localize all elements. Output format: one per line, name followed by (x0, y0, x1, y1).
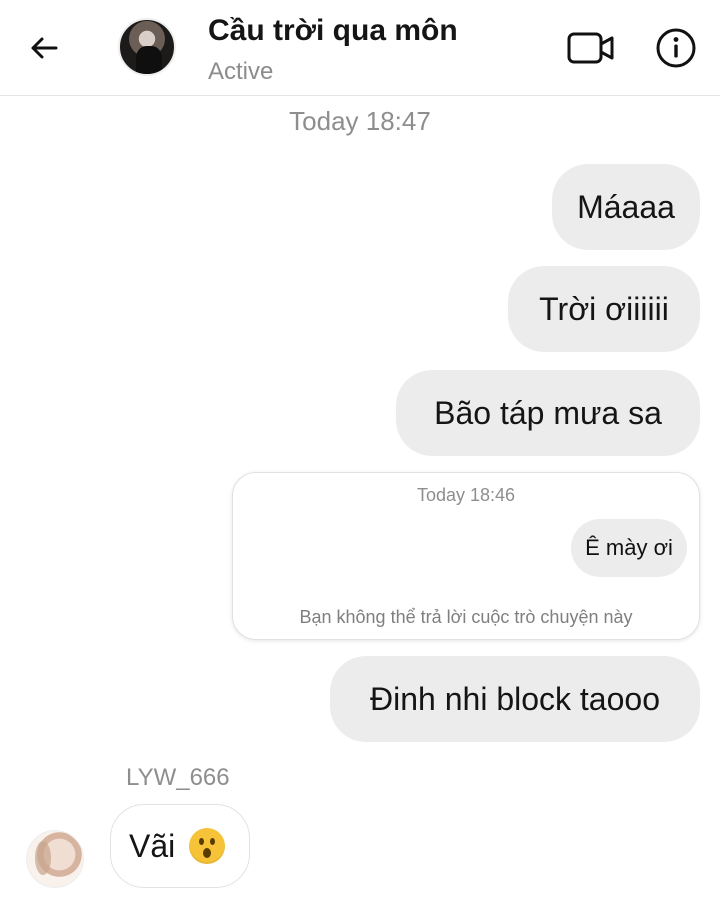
reply-card-timestamp: Today 18:46 (416, 485, 516, 505)
outgoing-message-bubble[interactable]: Trời ơiiiiii (508, 266, 700, 352)
contact-name[interactable]: Cầu trời qua môn (208, 14, 458, 48)
video-call-button[interactable] (566, 30, 616, 66)
contact-status: Active (208, 58, 274, 85)
reply-unavailable-note: Bạn không thể trả lời cuộc trò chuyện nà… (299, 607, 633, 627)
sender-name: LYW_666 (126, 764, 230, 791)
chat-timestamp: Today 18:47 (289, 106, 431, 136)
info-button[interactable] (654, 26, 698, 70)
outgoing-message-bubble[interactable]: Đinh nhi block taooo (330, 656, 700, 742)
back-arrow-icon (31, 37, 58, 59)
outgoing-message-bubble[interactable]: Máaaa (552, 164, 700, 250)
incoming-message-text: Vãi (129, 827, 176, 864)
chat-header: Cầu trời qua môn Active (0, 0, 720, 96)
quoted-message-bubble: Ê mày ơi (571, 519, 687, 577)
outgoing-message-bubble[interactable]: Bão táp mưa sa (396, 370, 700, 456)
shared-reply-card[interactable]: Today 18:46 Ê mày ơi Bạn không thể trả l… (232, 472, 700, 640)
astonished-face-icon (189, 828, 226, 864)
back-button[interactable] (22, 26, 66, 70)
incoming-message-bubble[interactable]: Vãi (110, 804, 250, 888)
sender-avatar[interactable] (26, 830, 84, 888)
video-call-icon (567, 32, 614, 64)
info-icon (656, 28, 696, 68)
contact-avatar[interactable] (118, 18, 176, 76)
